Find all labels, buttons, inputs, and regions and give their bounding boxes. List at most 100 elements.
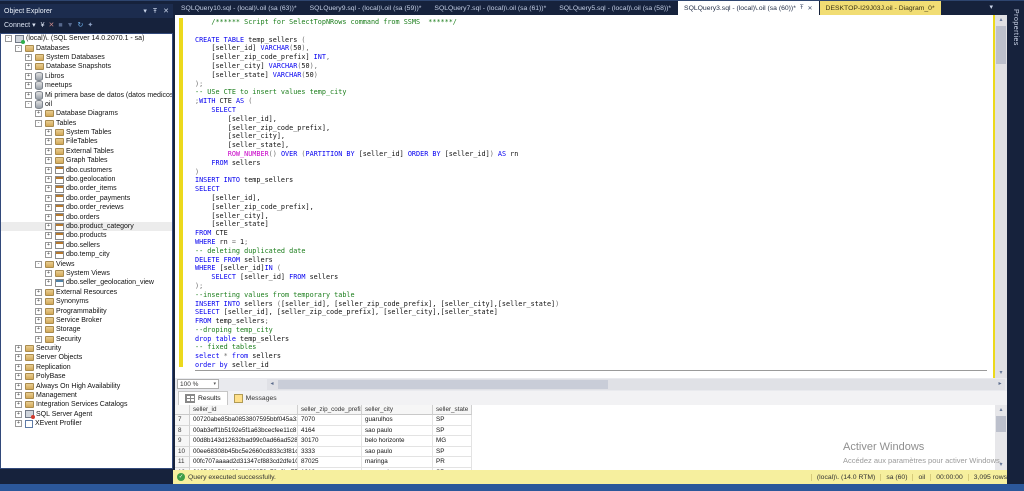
tree-item[interactable]: -Databases [1,43,172,52]
tree-item[interactable]: +System Tables [1,128,172,137]
tree-item[interactable]: +Integration Services Catalogs [1,400,172,409]
expand-icon[interactable]: + [35,317,42,324]
document-tab[interactable]: DESKTOP-I29J03J.oil - Diagram_0* [820,1,941,15]
expand-icon[interactable]: + [45,185,52,192]
tree-item[interactable]: +FileTables [1,137,172,146]
tree-item[interactable]: +dbo.temp_city [1,250,172,259]
tree-item[interactable]: +dbo.order_items [1,184,172,193]
close-icon[interactable]: ✕ [808,5,813,12]
row-number-cell[interactable]: 8 [175,426,190,437]
tab-messages[interactable]: Messages [228,392,283,405]
editor-horizontal-scrollbar[interactable]: ◂ ▸ [267,379,1005,390]
expand-icon[interactable]: + [45,270,52,277]
expand-icon[interactable]: + [15,373,22,380]
tree-item[interactable]: +Security [1,335,172,344]
scroll-down-icon[interactable]: ▾ [995,460,1007,470]
expand-icon[interactable]: + [25,63,32,70]
connect-icon[interactable]: ¥ [41,22,45,29]
expand-icon[interactable]: + [45,214,52,221]
tree-item[interactable]: +Database Diagrams [1,109,172,118]
scrollbar-thumb[interactable] [278,380,608,389]
editor-zoom-select[interactable]: 100 % ▾ [177,379,219,389]
expand-icon[interactable]: + [25,92,32,99]
scroll-left-icon[interactable]: ◂ [267,379,277,390]
tree-item[interactable]: +Security [1,344,172,353]
document-tab[interactable]: SQLQuery10.sql - (local)\.oil (sa (63))* [175,1,303,15]
table-row[interactable]: 900d8b143d12632bad99c0ad66ad5282530170be… [175,436,1007,447]
column-header[interactable]: seller_city [362,405,433,415]
activity-icon[interactable]: ✦ [87,22,93,29]
table-row[interactable]: 700720abe85ba0853807595bbf045a33b7070gua… [175,415,1007,426]
expand-icon[interactable]: + [35,336,42,343]
expand-icon[interactable]: + [45,167,52,174]
tree-item[interactable]: +System Databases [1,53,172,62]
expand-icon[interactable]: + [35,308,42,315]
expand-icon[interactable]: + [15,392,22,399]
tree-item[interactable]: -(local)\. (SQL Server 14.0.2070.1 - sa) [1,34,172,43]
expand-icon[interactable]: + [15,401,22,408]
tree-item[interactable]: +dbo.sellers [1,241,172,250]
expand-icon[interactable]: + [45,138,52,145]
expand-icon[interactable]: + [45,223,52,230]
document-tab[interactable]: SQLQuery3.sql - (local)\.oil (sa (60))*Ŧ… [678,1,819,15]
scroll-up-icon[interactable]: ▴ [995,15,1007,25]
expand-icon[interactable]: + [15,383,22,390]
table-row[interactable]: 1100fc707aaaad2d31347cf883cd2dfe1087025m… [175,457,1007,468]
tree-item[interactable]: +dbo.products [1,231,172,240]
collapse-icon[interactable]: - [5,35,12,42]
expand-icon[interactable]: + [45,129,52,136]
scroll-right-icon[interactable]: ▸ [995,379,1005,390]
editor-vertical-scrollbar[interactable]: ▴ ▾ [995,15,1007,378]
expand-icon[interactable]: + [35,298,42,305]
grid-vertical-scrollbar[interactable]: ▴ ▾ [995,405,1007,470]
tab-results[interactable]: Results [178,391,228,405]
tree-item[interactable]: +External Tables [1,147,172,156]
tree-item[interactable]: +Programmability [1,306,172,315]
expand-icon[interactable]: + [45,242,52,249]
tree-item[interactable]: +System Views [1,269,172,278]
tree-item[interactable]: -Views [1,259,172,268]
tree-item[interactable]: +XEvent Profiler [1,419,172,428]
document-tab[interactable]: SQLQuery5.sql - (local)\.oil (sa (58))* [553,1,677,15]
expand-icon[interactable]: + [15,354,22,361]
expand-icon[interactable]: + [45,279,52,286]
code-area[interactable]: /****** Script for SelectTopNRows comman… [195,18,987,371]
tree-item[interactable]: +Always On High Availability [1,381,172,390]
table-row[interactable]: 1000ee68308b45bc5e2660cd833c3f81cc3333sa… [175,447,1007,458]
expand-icon[interactable]: + [45,251,52,258]
sql-editor[interactable]: /****** Script for SelectTopNRows comman… [175,15,1007,378]
expand-icon[interactable]: + [45,148,52,155]
tree-item[interactable]: +dbo.order_payments [1,194,172,203]
tree-item[interactable]: +Graph Tables [1,156,172,165]
tree-item[interactable]: +dbo.customers [1,165,172,174]
expand-icon[interactable]: + [15,364,22,371]
tree-item[interactable]: +Storage [1,325,172,334]
tab-list-icon[interactable]: ▾ [989,3,993,11]
scrollbar-thumb[interactable] [996,26,1006,64]
collapse-icon[interactable]: - [15,45,22,52]
collapse-icon[interactable]: - [35,120,42,127]
row-number-cell[interactable]: 10 [175,447,190,458]
tree-item[interactable]: +dbo.order_reviews [1,203,172,212]
collapse-icon[interactable]: - [35,261,42,268]
tree-item[interactable]: +dbo.seller_geolocation_view [1,278,172,287]
tree-item[interactable]: +dbo.geolocation [1,175,172,184]
expand-icon[interactable]: + [25,82,32,89]
scroll-up-icon[interactable]: ▴ [995,405,1007,415]
tree-item[interactable]: +Service Broker [1,316,172,325]
row-number-header[interactable] [175,405,190,415]
tree-item[interactable]: +PolyBase [1,372,172,381]
tree-item[interactable]: -Tables [1,119,172,128]
tree-item[interactable]: +Libros [1,72,172,81]
row-number-cell[interactable]: 9 [175,436,190,447]
expand-icon[interactable]: + [15,345,22,352]
tree-item[interactable]: +Management [1,391,172,400]
expand-icon[interactable]: + [45,157,52,164]
row-number-cell[interactable]: 11 [175,457,190,468]
column-header[interactable]: seller_id [190,405,298,415]
scrollbar-thumb[interactable] [996,416,1006,432]
tree-item[interactable]: +Database Snapshots [1,62,172,71]
tree-item[interactable]: +Server Objects [1,353,172,362]
table-row[interactable]: 800ab3eff1b5192e5f1a63bcecfee11c84164sao… [175,426,1007,437]
tree-item[interactable]: +dbo.product_category [1,222,172,231]
